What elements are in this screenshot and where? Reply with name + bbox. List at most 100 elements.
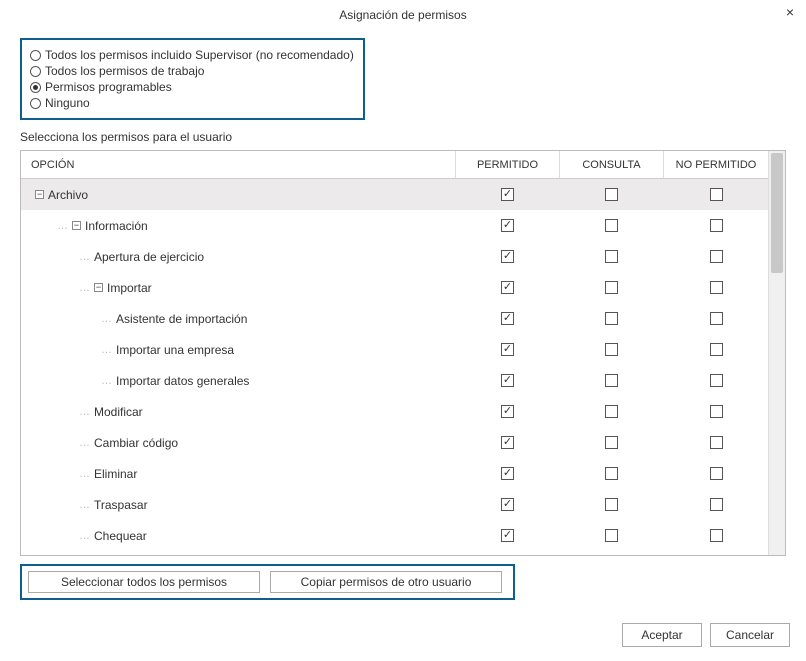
not-allowed-checkbox[interactable] bbox=[710, 343, 723, 356]
query-checkbox[interactable] bbox=[605, 405, 618, 418]
accept-button[interactable]: Aceptar bbox=[622, 623, 702, 647]
not-allowed-cell bbox=[664, 241, 768, 272]
not-allowed-checkbox[interactable] bbox=[710, 529, 723, 542]
query-checkbox[interactable] bbox=[605, 467, 618, 480]
dialog-footer: Aceptar Cancelar bbox=[622, 623, 790, 647]
query-checkbox[interactable] bbox=[605, 281, 618, 294]
not-allowed-cell bbox=[664, 489, 768, 520]
allowed-checkbox[interactable] bbox=[501, 436, 514, 449]
allowed-cell bbox=[456, 334, 560, 365]
radio-all-inc-supervisor[interactable]: Todos los permisos incluido Supervisor (… bbox=[30, 48, 355, 62]
allowed-checkbox[interactable] bbox=[501, 374, 514, 387]
radio-none[interactable]: Ninguno bbox=[30, 96, 355, 110]
query-checkbox[interactable] bbox=[605, 498, 618, 511]
radio-all-work[interactable]: Todos los permisos de trabajo bbox=[30, 64, 355, 78]
not-allowed-cell bbox=[664, 458, 768, 489]
tree-line-icon: … bbox=[79, 468, 90, 480]
not-allowed-checkbox[interactable] bbox=[710, 250, 723, 263]
allowed-cell bbox=[456, 458, 560, 489]
vertical-scrollbar[interactable] bbox=[768, 151, 785, 555]
copy-from-user-button[interactable]: Copiar permisos de otro usuario bbox=[270, 571, 502, 593]
query-checkbox[interactable] bbox=[605, 529, 618, 542]
tree-line-icon: … bbox=[79, 437, 90, 449]
tree-line-icon: … bbox=[79, 406, 90, 418]
allowed-checkbox[interactable] bbox=[501, 312, 514, 325]
not-allowed-checkbox[interactable] bbox=[710, 281, 723, 294]
not-allowed-cell bbox=[664, 272, 768, 303]
query-checkbox[interactable] bbox=[605, 250, 618, 263]
option-label: Importar datos generales bbox=[116, 374, 249, 388]
allowed-checkbox[interactable] bbox=[501, 219, 514, 232]
scrollbar-thumb[interactable] bbox=[771, 153, 783, 273]
option-cell: …−Importar bbox=[21, 272, 456, 303]
table-row: …Modificar bbox=[21, 396, 768, 427]
query-checkbox[interactable] bbox=[605, 312, 618, 325]
select-all-button[interactable]: Seleccionar todos los permisos bbox=[28, 571, 260, 593]
option-label: Asistente de importación bbox=[116, 312, 247, 326]
option-label: Información bbox=[85, 219, 148, 233]
close-icon[interactable]: × bbox=[786, 4, 794, 20]
allowed-checkbox[interactable] bbox=[501, 405, 514, 418]
allowed-cell bbox=[456, 272, 560, 303]
allowed-checkbox[interactable] bbox=[501, 467, 514, 480]
query-cell bbox=[560, 365, 664, 396]
not-allowed-cell bbox=[664, 210, 768, 241]
query-checkbox[interactable] bbox=[605, 436, 618, 449]
collapse-icon[interactable]: − bbox=[94, 283, 103, 292]
allowed-checkbox[interactable] bbox=[501, 343, 514, 356]
not-allowed-cell bbox=[664, 334, 768, 365]
query-cell bbox=[560, 272, 664, 303]
not-allowed-cell bbox=[664, 365, 768, 396]
option-cell: …Asistente de importación bbox=[21, 303, 456, 334]
allowed-checkbox[interactable] bbox=[501, 250, 514, 263]
not-allowed-checkbox[interactable] bbox=[710, 405, 723, 418]
query-cell bbox=[560, 179, 664, 210]
table-row: …Eliminar bbox=[21, 458, 768, 489]
option-cell: …Importar datos generales bbox=[21, 365, 456, 396]
not-allowed-checkbox[interactable] bbox=[710, 219, 723, 232]
select-permissions-label: Selecciona los permisos para el usuario bbox=[20, 130, 786, 144]
not-allowed-checkbox[interactable] bbox=[710, 467, 723, 480]
table-row: … Apertura de ejercicio bbox=[21, 241, 768, 272]
allowed-cell bbox=[456, 396, 560, 427]
radio-label: Todos los permisos de trabajo bbox=[45, 64, 204, 78]
option-label: Apertura de ejercicio bbox=[94, 250, 204, 264]
table-row: …−Importar bbox=[21, 272, 768, 303]
allowed-cell bbox=[456, 365, 560, 396]
option-label: Importar una empresa bbox=[116, 343, 234, 357]
radio-programmable[interactable]: Permisos programables bbox=[30, 80, 355, 94]
not-allowed-checkbox[interactable] bbox=[710, 374, 723, 387]
allowed-checkbox[interactable] bbox=[501, 529, 514, 542]
not-allowed-checkbox[interactable] bbox=[710, 188, 723, 201]
query-checkbox[interactable] bbox=[605, 188, 618, 201]
collapse-icon[interactable]: − bbox=[35, 190, 44, 199]
allowed-checkbox[interactable] bbox=[501, 498, 514, 511]
collapse-icon[interactable]: − bbox=[72, 221, 81, 230]
query-checkbox[interactable] bbox=[605, 219, 618, 232]
not-allowed-checkbox[interactable] bbox=[710, 312, 723, 325]
allowed-checkbox[interactable] bbox=[501, 188, 514, 201]
allowed-cell bbox=[456, 179, 560, 210]
not-allowed-checkbox[interactable] bbox=[710, 498, 723, 511]
col-header-query: CONSULTA bbox=[560, 151, 664, 178]
not-allowed-checkbox[interactable] bbox=[710, 436, 723, 449]
cancel-button[interactable]: Cancelar bbox=[710, 623, 790, 647]
col-header-option: OPCIÓN bbox=[21, 151, 456, 178]
dialog-title: Asignación de permisos bbox=[339, 8, 466, 22]
option-label: Cambiar código bbox=[94, 436, 178, 450]
option-cell: −Archivo bbox=[21, 179, 456, 210]
query-checkbox[interactable] bbox=[605, 343, 618, 356]
query-cell bbox=[560, 303, 664, 334]
query-checkbox[interactable] bbox=[605, 374, 618, 387]
table-row: …Asistente de importación bbox=[21, 303, 768, 334]
option-cell: …−Información bbox=[21, 210, 456, 241]
option-cell: …Eliminar bbox=[21, 458, 456, 489]
query-cell bbox=[560, 210, 664, 241]
radio-label: Todos los permisos incluido Supervisor (… bbox=[45, 48, 354, 62]
allowed-checkbox[interactable] bbox=[501, 281, 514, 294]
radio-label: Permisos programables bbox=[45, 80, 172, 94]
tree-line-icon: … bbox=[79, 282, 90, 294]
allowed-cell bbox=[456, 427, 560, 458]
not-allowed-cell bbox=[664, 396, 768, 427]
tree-line-icon: … bbox=[79, 251, 90, 263]
